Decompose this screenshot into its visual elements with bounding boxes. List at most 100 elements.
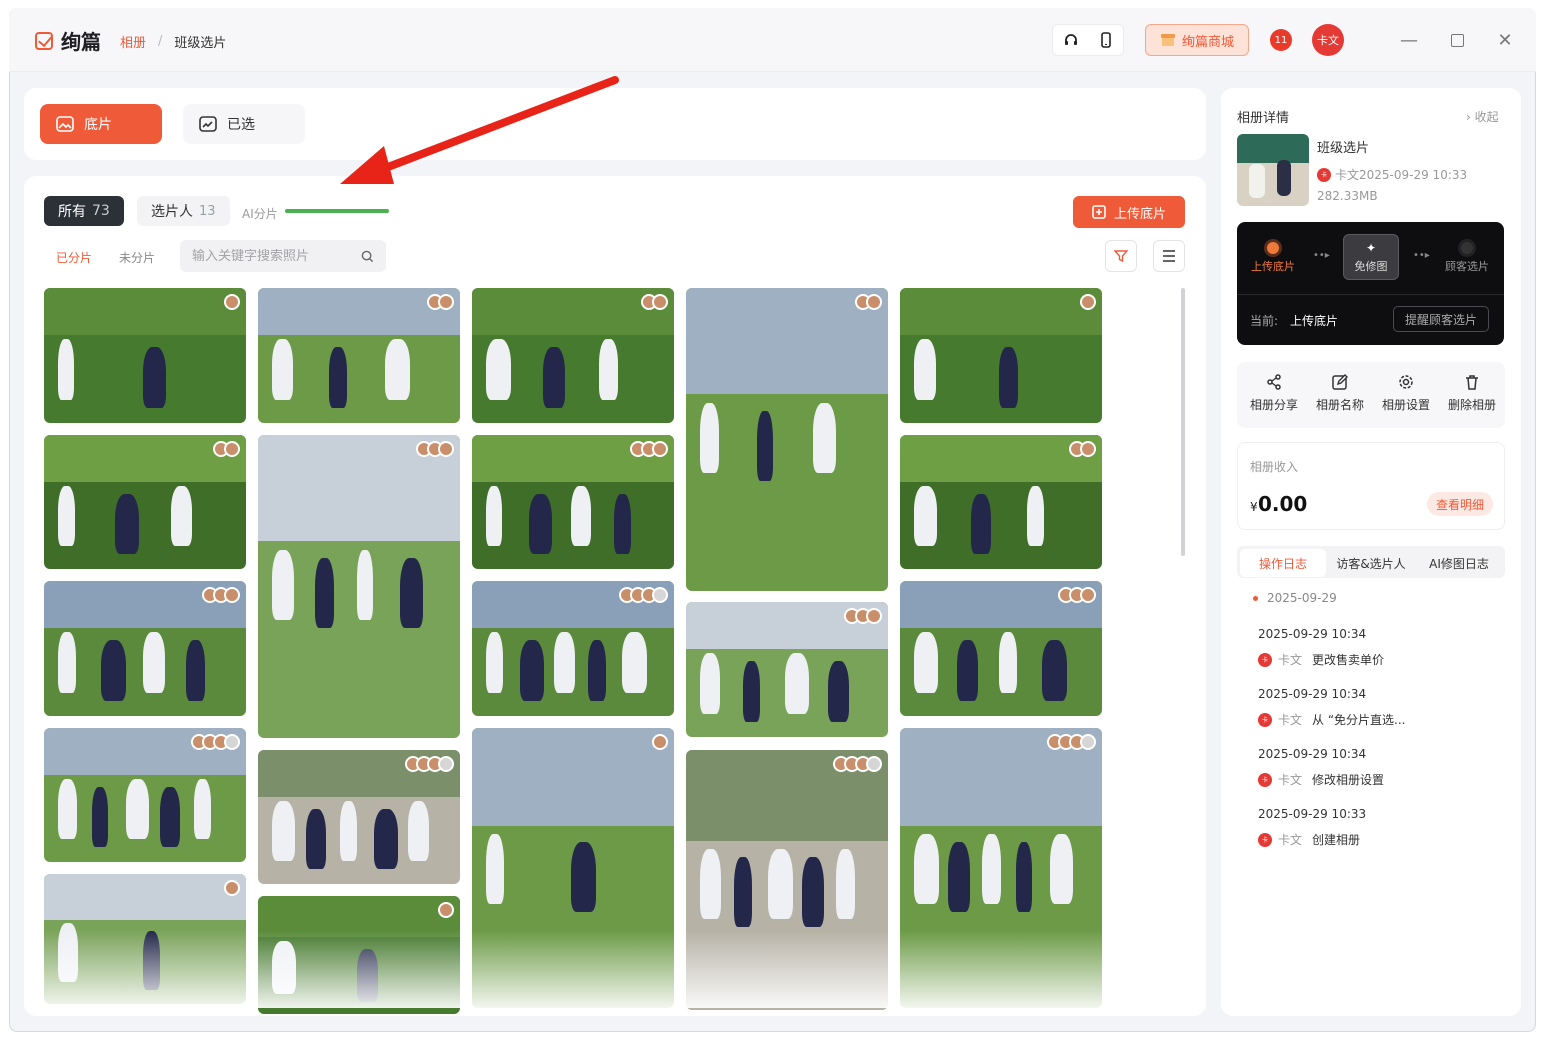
photo-figure <box>92 787 108 847</box>
notification-badge[interactable]: 11 <box>1270 29 1292 51</box>
photo-thumbnail[interactable] <box>258 288 460 423</box>
remind-customer-button[interactable]: 提醒顾客选片 <box>1393 306 1489 332</box>
photo-figure <box>700 849 721 919</box>
album-name: 班级选片 <box>1317 141 1370 156</box>
filter-clear-icon <box>1114 250 1128 263</box>
log-date-dot-icon <box>1253 596 1258 601</box>
photo-thumbnail[interactable] <box>900 581 1102 716</box>
photo-thumbnail[interactable] <box>44 728 246 862</box>
shop-button[interactable]: 绚篇商城 <box>1145 24 1249 56</box>
face-avatars <box>224 294 240 310</box>
maximize-icon[interactable] <box>1445 28 1469 52</box>
face-avatar-icon <box>1080 587 1096 603</box>
photo-figure <box>58 486 75 546</box>
photo-figure <box>543 347 565 408</box>
tab-visitors[interactable]: 访客&选片人 <box>1328 549 1414 577</box>
photo-figure <box>614 494 631 554</box>
shop-label: 绚篇商城 <box>1181 34 1234 50</box>
album-cover-thumbnail <box>1237 134 1309 206</box>
minimize-icon[interactable]: — <box>1397 28 1421 52</box>
search-input[interactable] <box>192 248 352 264</box>
photo-thumbnail[interactable] <box>472 288 674 423</box>
share-album-button[interactable]: 相册分享 <box>1244 374 1304 413</box>
face-avatar-icon <box>1080 294 1096 310</box>
face-avatars <box>416 441 454 457</box>
income-detail-button[interactable]: 查看明细 <box>1427 492 1493 516</box>
photo-thumbnail[interactable] <box>900 288 1102 423</box>
ai-split-label[interactable]: AI分片 <box>242 205 278 222</box>
owner-avatar: 卡 <box>1317 167 1331 182</box>
tab-operation-log[interactable]: 操作日志 <box>1240 549 1326 577</box>
photo-figure <box>914 486 937 546</box>
tab-selected[interactable]: 已选 <box>183 104 305 144</box>
upload-icon <box>1092 205 1106 219</box>
photo-figure <box>408 801 429 861</box>
photo-thumbnail[interactable] <box>686 602 888 737</box>
face-avatar-icon <box>438 294 454 310</box>
face-avatars <box>191 734 240 750</box>
user-avatar[interactable]: 卡文 <box>1312 24 1344 56</box>
photo-thumbnail[interactable] <box>44 288 246 423</box>
sub-tab-split[interactable]: 已分片 <box>56 249 92 266</box>
search-icon[interactable] <box>361 250 374 263</box>
log-user-avatar: 卡 <box>1258 652 1272 667</box>
photo-figure <box>571 486 591 546</box>
photo-figure <box>486 339 511 400</box>
face-avatar-icon <box>224 587 240 603</box>
photo-thumbnail[interactable] <box>44 435 246 569</box>
face-avatar-icon <box>438 441 454 457</box>
trash-icon <box>1466 375 1478 390</box>
workflow-divider <box>1237 294 1504 295</box>
filter-all[interactable]: 所有 73 <box>44 196 124 226</box>
face-avatar-icon <box>224 294 240 310</box>
photo-figure <box>186 640 205 701</box>
photo-figure <box>58 779 77 839</box>
tab-negatives-label: 底片 <box>84 117 112 133</box>
face-avatar-icon <box>1080 734 1096 750</box>
headset-icon[interactable] <box>1063 32 1079 48</box>
gear-icon <box>1399 375 1413 389</box>
collapse-link[interactable]: › 收起 <box>1466 108 1499 125</box>
filter-clear-button[interactable] <box>1105 240 1137 272</box>
face-avatars <box>619 587 668 603</box>
photo-thumbnail[interactable] <box>472 581 674 716</box>
photo-thumbnail[interactable] <box>686 288 888 591</box>
log-time: 2025-09-29 10:33 <box>1258 807 1367 821</box>
step-pending-dot-icon <box>1461 242 1473 254</box>
income-label: 相册收入 <box>1250 460 1299 474</box>
photo-thumbnail[interactable] <box>258 750 460 884</box>
upload-negatives-button[interactable]: 上传底片 <box>1073 196 1185 228</box>
tab-ai-retouch-log[interactable]: AI修图日志 <box>1416 549 1502 577</box>
sub-tab-unsplit[interactable]: 未分片 <box>119 249 155 266</box>
list-view-button[interactable] <box>1153 240 1185 272</box>
filter-pickers[interactable]: 选片人 13 <box>137 196 230 226</box>
photo-thumbnail[interactable] <box>472 435 674 569</box>
phone-icon[interactable] <box>1099 32 1113 48</box>
app-logo: 绚篇 <box>35 26 101 55</box>
rename-album-button[interactable]: 相册名称 <box>1310 374 1370 413</box>
log-entry: 卡卡文从 “免分片直选... <box>1258 711 1406 728</box>
log-text: 修改相册设置 <box>1312 773 1385 787</box>
close-icon[interactable]: ✕ <box>1493 28 1517 52</box>
workflow-step-select: 顾客选片 <box>1435 242 1499 274</box>
log-user: 卡文 <box>1278 713 1303 727</box>
face-avatar-icon <box>1080 441 1096 457</box>
photo-figure <box>836 849 855 919</box>
delete-album-button[interactable]: 删除相册 <box>1442 374 1502 413</box>
photo-thumbnail[interactable] <box>900 435 1102 569</box>
photo-background <box>900 288 1102 335</box>
photo-thumbnail[interactable] <box>258 435 460 738</box>
face-avatar-icon <box>652 734 668 750</box>
photo-figure <box>914 834 939 904</box>
breadcrumb-albums[interactable]: 相册 <box>120 32 146 51</box>
photo-figure <box>160 787 180 847</box>
photo-figure <box>757 411 773 481</box>
photo-thumbnail[interactable] <box>44 581 246 716</box>
log-entry: 卡卡文 创建相册 <box>1258 831 1360 848</box>
collapse-label: 收起 <box>1474 110 1499 124</box>
photo-figure <box>957 640 978 701</box>
album-settings-button[interactable]: 相册设置 <box>1376 374 1436 413</box>
title-bar: 绚篇 相册 / 班级选片 绚篇商城 11 卡文 — ✕ <box>9 8 1536 72</box>
gallery-scrollbar[interactable] <box>1181 288 1185 556</box>
tab-negatives[interactable]: 底片 <box>40 104 162 144</box>
